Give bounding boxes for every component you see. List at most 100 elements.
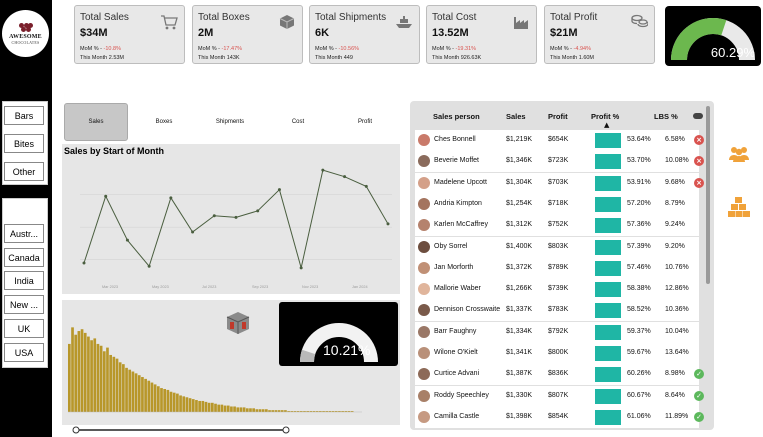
col-header-salesperson[interactable]: Sales person [433, 112, 480, 121]
histogram-bar [74, 334, 78, 412]
factory-icon [514, 17, 528, 29]
kpi-this-month: This Month 449 [315, 55, 353, 61]
slicer-item-india[interactable]: India [4, 271, 44, 290]
slider-handle-start [72, 426, 80, 434]
cart-icon [161, 15, 178, 30]
table-row[interactable]: Curtice Advani $1,387K $836K 60.26% 8.98% ✓ [415, 364, 704, 386]
slicer-item-uk[interactable]: UK [4, 319, 44, 338]
tab-sales[interactable]: Sales [64, 103, 128, 141]
cell-profit: $836K [548, 370, 569, 378]
table-row[interactable]: Beverie Moffet $1,346K $723K 53.70% 10.08% × [415, 151, 704, 173]
histogram-bar [182, 396, 186, 412]
kpi-total-shipments: Total Shipments 6K MoM % - -10.56% This … [309, 5, 420, 64]
table-row[interactable]: Barr Faughny $1,334K $792K 59.37% 10.04% [415, 321, 699, 343]
col-header-sales[interactable]: Sales [506, 112, 526, 121]
histogram-bar [77, 331, 81, 412]
box-icon [279, 15, 295, 29]
col-header-lbs-pct[interactable]: LBS % [654, 112, 678, 121]
histogram-bar [93, 338, 97, 412]
cell-sales: $1,330K [506, 391, 533, 399]
cell-sales: $1,341K [506, 349, 533, 356]
histogram-bar [271, 410, 275, 412]
slicer-item-canada[interactable]: Canada [4, 248, 44, 267]
cell-sales: $1,400K [506, 242, 533, 250]
slicer-item-australia[interactable]: Austr... [4, 224, 44, 243]
cell-profit-pct: 59.67% [627, 349, 651, 356]
histogram-bar [96, 343, 100, 412]
ship-icon [396, 16, 412, 28]
table-row[interactable]: Wilone O'Kielt $1,341K $800K 59.67% 13.64% [415, 343, 699, 364]
x-tick-label: Jul 2023 [202, 285, 216, 289]
table-row[interactable]: Jan Morforth $1,372K $789K 57.46% 10.76% [415, 257, 699, 279]
table-row[interactable]: Oby Sorrel $1,400K $803K 57.39% 9.20% [415, 236, 699, 258]
cell-profit: $789K [548, 263, 569, 271]
cell-profit: $807K [548, 391, 569, 399]
table-row[interactable]: Mallorie Waber $1,266K $739K 58.38% 12.86% [415, 279, 699, 301]
histogram-bar [131, 371, 135, 412]
data-point [343, 175, 347, 179]
slicer-item-usa[interactable]: USA [4, 343, 44, 362]
table-row[interactable]: Ches Bonnell $1,219K $654K 53.64% 6.58% × [415, 130, 704, 151]
cell-sales: $1,334K [506, 327, 533, 335]
dashboard: AWESOME CHOCOLATES Bars Bites Other Aust… [0, 0, 763, 437]
histogram-bar [188, 398, 192, 412]
slicer-item-new-zealand[interactable]: New ... [4, 295, 44, 314]
cell-sales: $1,337K [506, 306, 533, 314]
table-row[interactable]: Andria Kimpton $1,254K $718K 57.20% 8.79% [415, 193, 699, 215]
histogram-bar [122, 364, 125, 412]
histogram-bar [99, 345, 103, 412]
salesperson-table: Sales person Sales Profit Profit % ▲ LBS… [410, 101, 714, 430]
histogram-bar [239, 407, 243, 412]
histogram-bar [137, 375, 141, 412]
table-row[interactable]: Camilla Castle $1,398K $854K 61.06% 11.89% ✓ [415, 406, 704, 428]
tab-profit[interactable]: Profit [342, 103, 388, 141]
cell-profit-pct: 57.46% [627, 263, 651, 271]
histogram-bar [226, 405, 230, 412]
avatar [418, 283, 430, 296]
cell-lbs-pct: 9.20% [665, 242, 685, 250]
people-icon[interactable] [728, 145, 750, 163]
col-header-profit[interactable]: Profit [548, 112, 568, 121]
histogram-bar [118, 362, 122, 412]
histogram-bar [195, 400, 198, 412]
histogram-bar [204, 401, 208, 412]
cell-profit: $723K [548, 157, 569, 165]
cell-sales: $1,254K [506, 199, 533, 207]
slicer-item-bites[interactable]: Bites [4, 134, 44, 153]
boxes-stack-icon[interactable] [728, 196, 750, 218]
date-range-slider[interactable] [72, 426, 392, 434]
histogram-bar [156, 386, 160, 412]
box-share-gauge: 10.21% [279, 302, 398, 366]
slicer-item-bars[interactable]: Bars [4, 106, 44, 125]
cell-lbs-pct: 6.58% [665, 136, 685, 143]
profit-pct-bar [595, 154, 621, 170]
table-row[interactable]: Roddy Speechley $1,330K $807K 60.67% 8.64% ✓ [415, 385, 704, 407]
col-header-profit-pct[interactable]: Profit % [591, 112, 619, 121]
table-row[interactable]: Madelene Upcott $1,304K $703K 53.91% 9.68% × [415, 172, 704, 194]
histogram-bar [134, 373, 138, 412]
series-line [83, 169, 389, 268]
table-scrollbar[interactable] [706, 106, 710, 284]
cell-profit: $654K [548, 136, 569, 143]
histogram-bar [198, 400, 201, 412]
histogram-bar [230, 406, 233, 412]
tab-boxes[interactable]: Boxes [142, 103, 186, 141]
avatar [418, 197, 430, 210]
slicer-item-other[interactable]: Other [4, 162, 44, 181]
cell-name: Barr Faughny [434, 327, 477, 335]
histogram-bar [144, 378, 147, 412]
cell-profit-pct: 53.91% [627, 178, 651, 186]
table-row[interactable]: Dennison Crosswaite $1,337K $783K 58.52% 10.… [415, 300, 699, 322]
tab-cost[interactable]: Cost [278, 103, 318, 141]
cell-sales: $1,219K [506, 136, 533, 143]
tab-shipments[interactable]: Shipments [206, 103, 254, 141]
table-row[interactable]: Karlen McCaffrey $1,312K $752K 57.36% 9.24% [415, 215, 699, 237]
histogram-bar [115, 358, 119, 412]
kpi-this-month: This Month 926.63K [432, 55, 482, 61]
data-point [256, 209, 260, 213]
profit-pct-bar [595, 324, 621, 340]
cell-name: Ches Bonnell [434, 136, 476, 143]
line-chart-svg: Mar 2023 May 2023 Jul 2023 Sep 2023 Nov 2023… [80, 168, 392, 289]
histogram-bar [220, 404, 224, 412]
slider-handle-end [282, 426, 290, 434]
